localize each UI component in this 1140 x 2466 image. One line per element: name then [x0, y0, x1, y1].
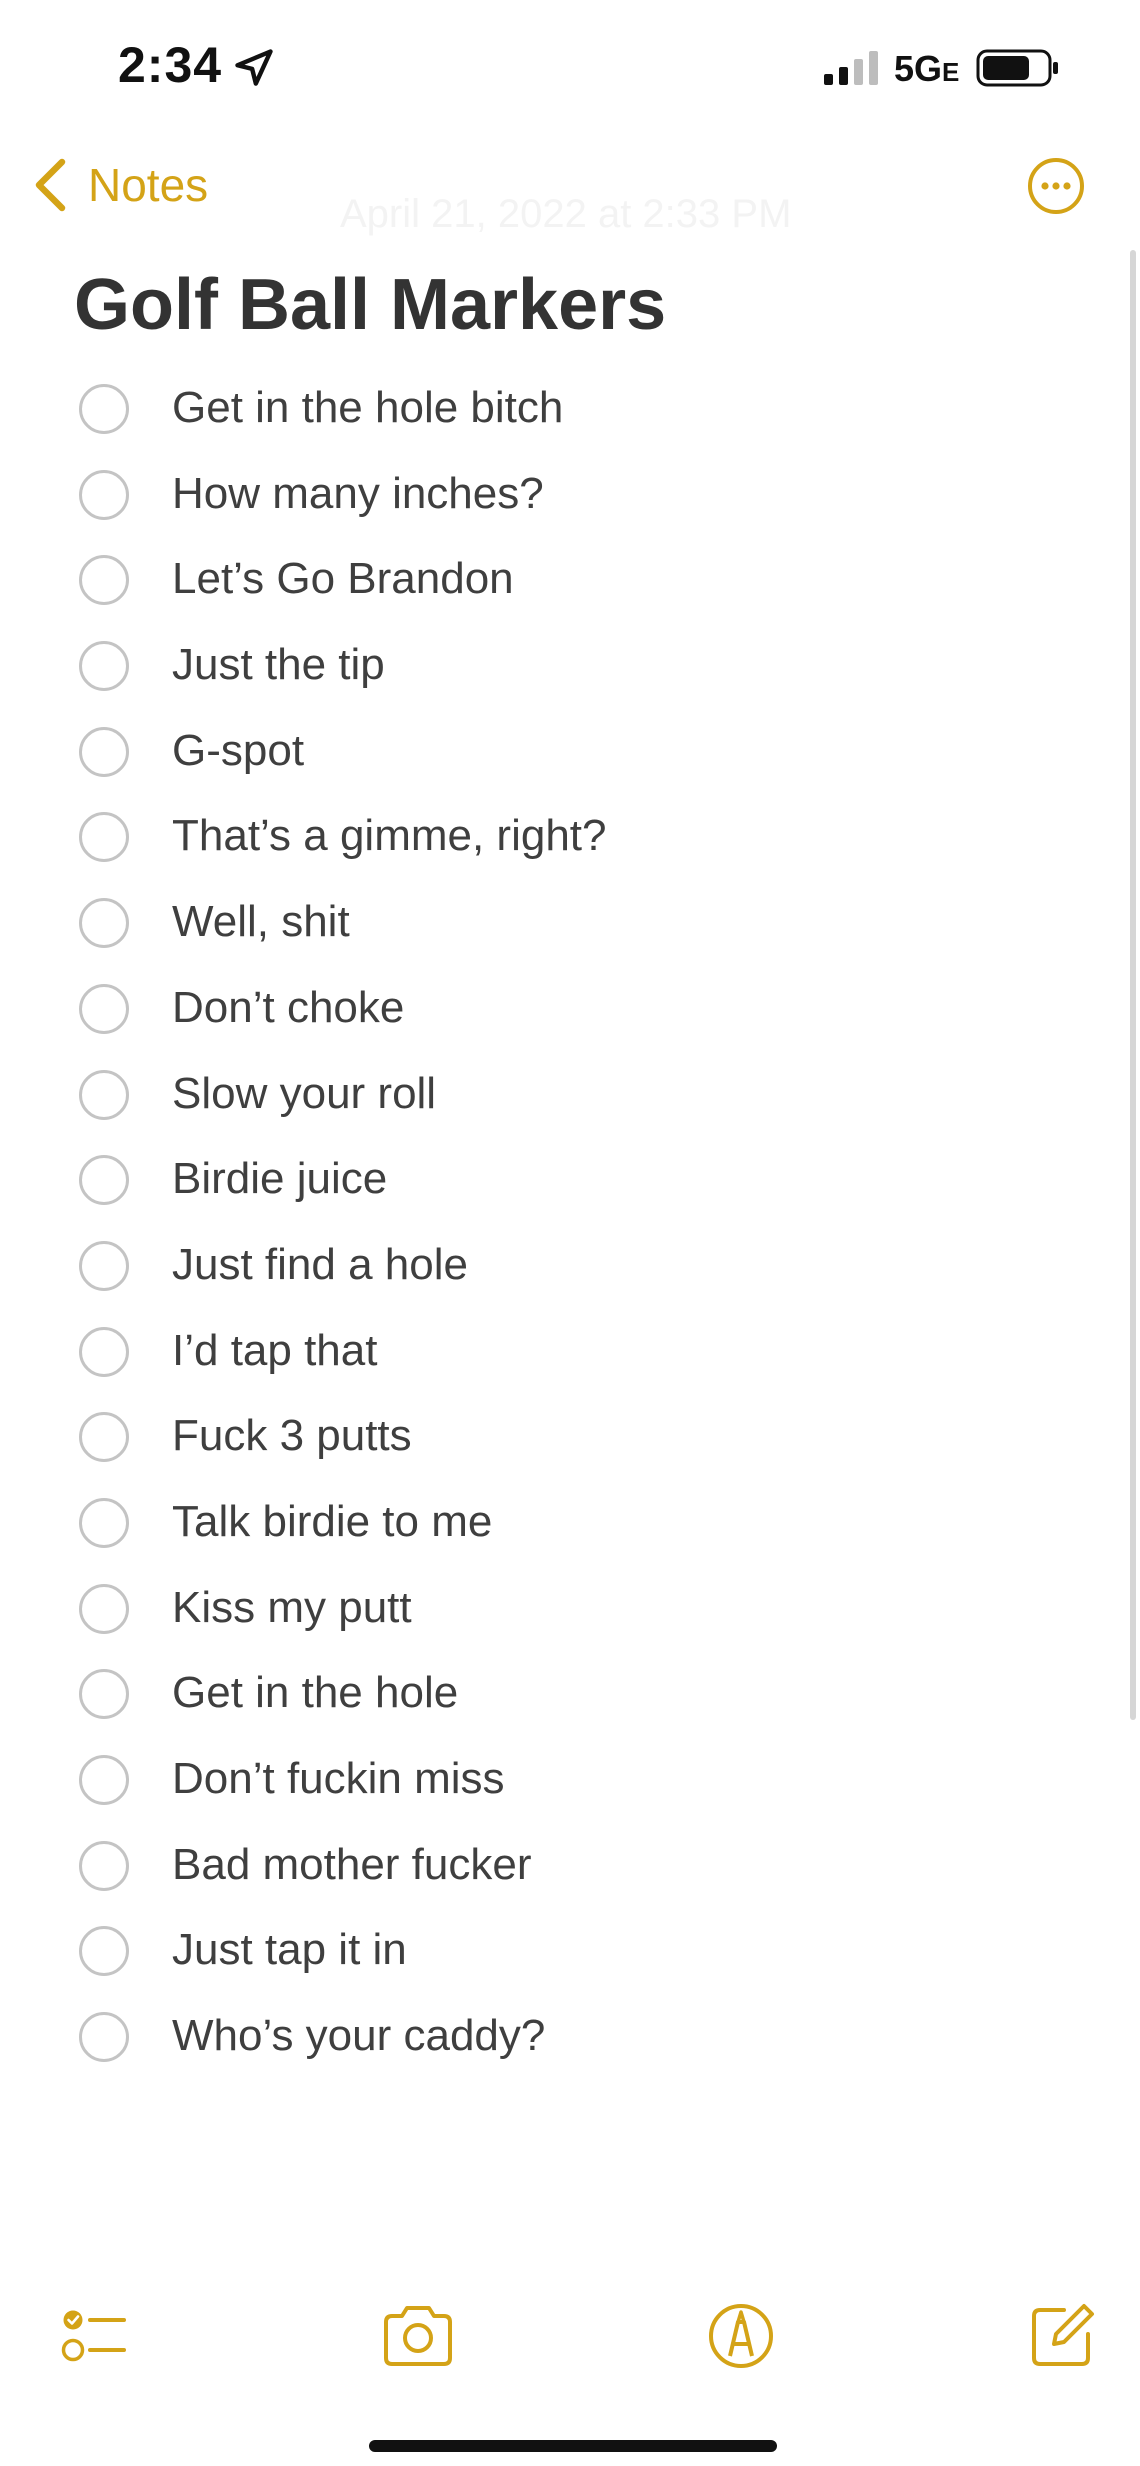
status-time: 2:34: [118, 37, 223, 93]
checklist-item-text[interactable]: I’d tap that: [172, 1321, 377, 1381]
checklist-item-text[interactable]: Get in the hole bitch: [172, 378, 563, 438]
checklist-item-text[interactable]: Birdie juice: [172, 1149, 387, 1209]
checklist-item-text[interactable]: Just the tip: [172, 635, 385, 695]
network-type-suffix: E: [942, 57, 960, 87]
checklist-item[interactable]: Bad mother fucker: [0, 1813, 1100, 1899]
camera-icon[interactable]: [380, 2298, 456, 2374]
checklist-item-text[interactable]: Just tap it in: [172, 1920, 407, 1980]
checklist-item[interactable]: Who’s your caddy?: [0, 1984, 1100, 2070]
checkbox[interactable]: [79, 641, 129, 692]
scroll-indicator[interactable]: [1130, 250, 1136, 1720]
status-bar: 2:34 5GE: [0, 0, 1140, 140]
checklist-item-text[interactable]: Let’s Go Brandon: [172, 549, 514, 609]
home-indicator[interactable]: [369, 2440, 777, 2452]
checklist-item-text[interactable]: Don’t fuckin miss: [172, 1749, 505, 1809]
checklist-item-text[interactable]: How many inches?: [172, 464, 544, 524]
checklist-item[interactable]: Just find a hole: [0, 1213, 1100, 1299]
checkbox[interactable]: [79, 1497, 129, 1548]
back-to-notes-button[interactable]: Notes: [30, 150, 208, 220]
note-title[interactable]: Golf Ball Markers: [74, 264, 666, 346]
network-type-main: 5G: [894, 48, 943, 89]
checkbox[interactable]: [79, 555, 129, 606]
checkbox[interactable]: [79, 1755, 129, 1805]
markup-pen-icon[interactable]: [703, 2298, 779, 2374]
checkbox[interactable]: [79, 726, 129, 777]
note-date: April 21, 2022 at 2:33 PM: [340, 192, 792, 236]
checkbox[interactable]: [79, 1669, 129, 1720]
checklist-item[interactable]: Birdie juice: [0, 1127, 1100, 1213]
checklist-item[interactable]: Fuck 3 putts: [0, 1384, 1100, 1470]
checklist-item[interactable]: Well, shit: [0, 870, 1100, 956]
checklist-item[interactable]: Talk birdie to me: [0, 1470, 1100, 1556]
checkbox[interactable]: [79, 1326, 129, 1377]
checklist-item[interactable]: I’d tap that: [0, 1299, 1100, 1385]
checklist-item-text[interactable]: Slow your roll: [172, 1064, 436, 1124]
checklist-item[interactable]: Just the tip: [0, 613, 1100, 699]
checklist-item-text[interactable]: G-spot: [172, 721, 304, 781]
checklist-item-text[interactable]: Well, shit: [172, 892, 350, 952]
checkbox[interactable]: [79, 898, 129, 949]
location-arrow-icon: [235, 49, 273, 86]
checkbox[interactable]: [79, 1155, 129, 1206]
checklist-item[interactable]: Get in the hole: [0, 1641, 1100, 1727]
checklist-item-text[interactable]: Who’s your caddy?: [172, 2006, 545, 2066]
checklist-item[interactable]: Don’t fuckin miss: [0, 1727, 1100, 1813]
checklist-item-text[interactable]: Kiss my putt: [172, 1578, 412, 1638]
checkbox[interactable]: [79, 1583, 129, 1634]
checklist-item-text[interactable]: Don’t choke: [172, 978, 404, 1038]
checklist-item-text[interactable]: That’s a gimme, right?: [172, 806, 606, 866]
checklist-item-text[interactable]: Just find a hole: [172, 1235, 468, 1295]
cellular-signal-icon: [824, 51, 878, 85]
battery-icon: [976, 49, 1058, 87]
checkbox[interactable]: [79, 983, 129, 1034]
checklist-item-text[interactable]: Get in the hole: [172, 1663, 458, 1723]
checklist-icon[interactable]: [56, 2298, 132, 2374]
checklist-item[interactable]: Just tap it in: [0, 1898, 1100, 1984]
back-button-label: Notes: [88, 159, 209, 211]
checkbox[interactable]: [79, 1412, 129, 1463]
chevron-left-icon: [35, 158, 66, 212]
checkbox[interactable]: [79, 1926, 129, 1977]
checklist-item-text[interactable]: Bad mother fucker: [172, 1835, 532, 1895]
checklist-item[interactable]: That’s a gimme, right?: [0, 784, 1100, 870]
checklist-item[interactable]: Kiss my putt: [0, 1556, 1100, 1642]
checklist: Get in the hole bitch How many inches? L…: [0, 356, 1100, 2070]
checklist-item-text[interactable]: Talk birdie to me: [172, 1492, 492, 1552]
checkbox[interactable]: [79, 812, 129, 863]
checklist-item[interactable]: Let’s Go Brandon: [0, 527, 1100, 613]
checkbox[interactable]: [79, 1069, 129, 1120]
more-options-icon[interactable]: [1026, 156, 1086, 216]
checklist-item[interactable]: How many inches?: [0, 442, 1100, 528]
checklist-item[interactable]: Don’t choke: [0, 956, 1100, 1042]
checklist-item-text[interactable]: Fuck 3 putts: [172, 1406, 412, 1466]
checklist-item[interactable]: Slow your roll: [0, 1042, 1100, 1128]
checklist-item[interactable]: G-spot: [0, 699, 1100, 785]
network-type: 5GE: [894, 48, 959, 90]
checkbox[interactable]: [79, 1240, 129, 1291]
checkbox[interactable]: [79, 2012, 129, 2063]
compose-note-icon[interactable]: [1024, 2298, 1100, 2374]
checkbox[interactable]: [79, 1840, 129, 1891]
checkbox[interactable]: [79, 384, 129, 434]
checkbox[interactable]: [79, 469, 129, 520]
checklist-item[interactable]: Get in the hole bitch: [0, 356, 1100, 442]
